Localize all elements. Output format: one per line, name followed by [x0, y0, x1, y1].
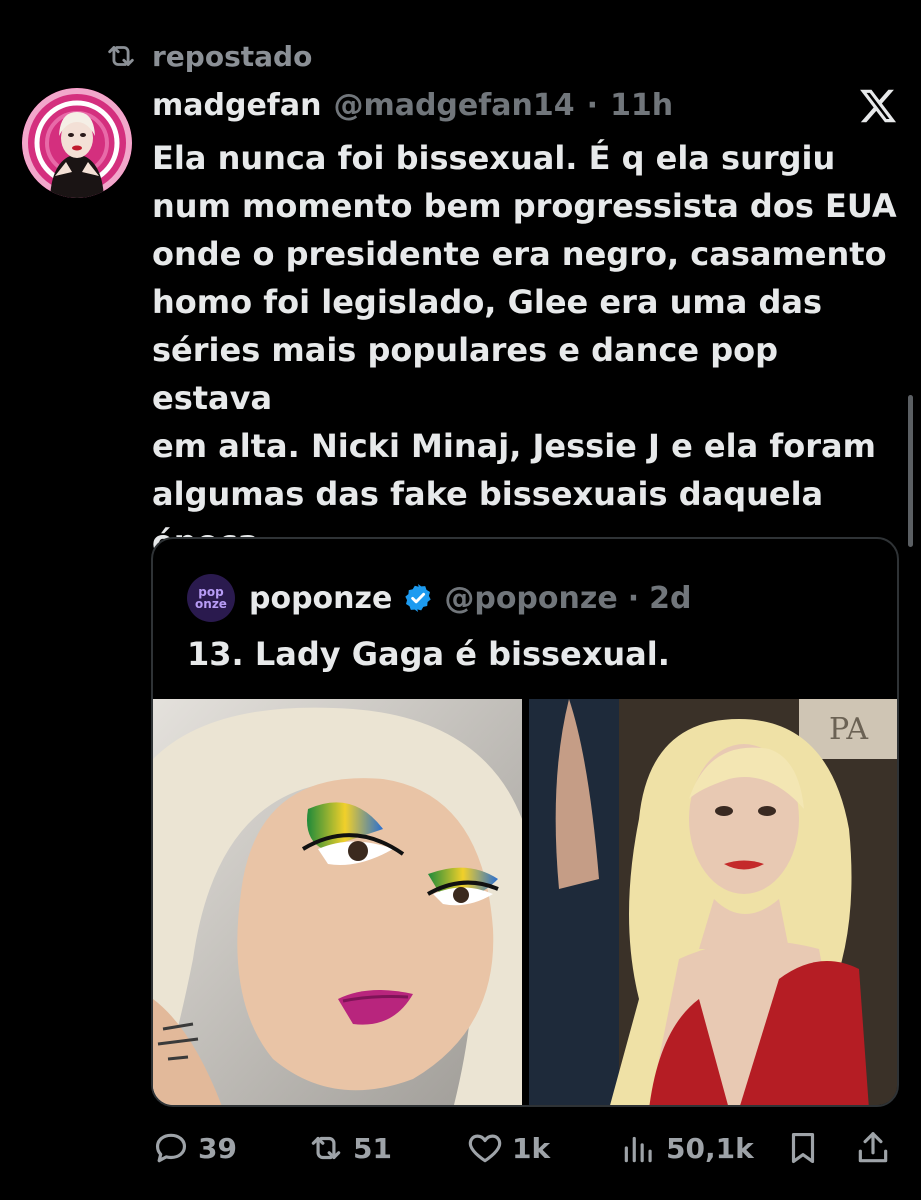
verified-badge-icon: [405, 584, 432, 612]
photo-right[interactable]: PA: [529, 699, 897, 1105]
timestamp[interactable]: 11h: [610, 88, 673, 123]
repost-button[interactable]: 51: [307, 1122, 392, 1174]
quote-handle[interactable]: @poponze: [444, 581, 617, 616]
views-count: 50,1k: [666, 1131, 754, 1165]
quote-display-name[interactable]: poponze: [249, 581, 392, 616]
scrollbar[interactable]: [908, 395, 913, 547]
tweet-text-line: algumas das fake bissexuais daquela: [152, 475, 824, 513]
quote-text: 13. Lady Gaga é bissexual.: [187, 635, 670, 673]
repost-icon: [108, 46, 134, 66]
repost-label: repostado: [152, 39, 313, 73]
tweet-text-line: em alta. Nicki Minaj, Jessie J e ela for…: [152, 427, 876, 465]
reply-count: 39: [198, 1131, 237, 1165]
tweet-text-line: onde o presidente era negro, casamento: [152, 235, 887, 273]
like-button[interactable]: 1k: [466, 1122, 550, 1174]
media-grid: PA: [153, 699, 897, 1105]
display-name[interactable]: madgefan: [152, 88, 321, 123]
repost-icon: [311, 1136, 341, 1160]
repost-indicator[interactable]: repostado: [104, 36, 312, 76]
action-bar: 39 51 1k 50,1k: [152, 1122, 897, 1174]
svg-text:PA: PA: [829, 712, 868, 747]
tweet-view: repostado madgefan @madgefan14 · 11h Ela…: [0, 0, 921, 1200]
share-button[interactable]: [854, 1122, 892, 1174]
x-logo-icon[interactable]: [858, 86, 898, 126]
reply-button[interactable]: 39: [152, 1122, 237, 1174]
views-button[interactable]: 50,1k: [620, 1122, 754, 1174]
user-handle[interactable]: @madgefan14: [333, 88, 574, 123]
tweet-text: Ela nunca foi bissexual. É q ela surgiu …: [152, 134, 907, 566]
share-icon: [858, 1132, 888, 1163]
tweet-text-line: Ela nunca foi bissexual. É q ela surgiu: [152, 139, 836, 177]
heart-icon: [468, 1134, 502, 1163]
bookmark-button[interactable]: [784, 1122, 822, 1174]
avatar[interactable]: [22, 88, 132, 198]
photo-left[interactable]: [153, 699, 522, 1105]
quote-avatar[interactable]: pop onze: [187, 574, 235, 622]
reply-icon: [155, 1133, 187, 1163]
quoted-tweet-card[interactable]: pop onze poponze @poponze · 2d 13. Lady …: [151, 537, 899, 1107]
bookmark-icon: [791, 1132, 815, 1164]
quote-header: pop onze poponze @poponze · 2d: [187, 574, 691, 622]
tweet-text-line: num momento bem progressista dos EUA: [152, 187, 897, 225]
separator-dot: ·: [586, 87, 599, 123]
views-chart-icon: [624, 1136, 652, 1163]
tweet-text-line: séries mais populares e dance pop estava: [152, 331, 779, 417]
quote-avatar-text-bottom: onze: [195, 597, 227, 611]
like-count: 1k: [512, 1131, 551, 1165]
tweet-text-line: homo foi legislado, Glee era uma das: [152, 283, 822, 321]
quote-separator-dot: ·: [627, 580, 640, 616]
repost-count: 51: [353, 1131, 392, 1165]
tweet-header: madgefan @madgefan14 · 11h: [152, 82, 673, 128]
quote-timestamp[interactable]: 2d: [649, 581, 691, 616]
